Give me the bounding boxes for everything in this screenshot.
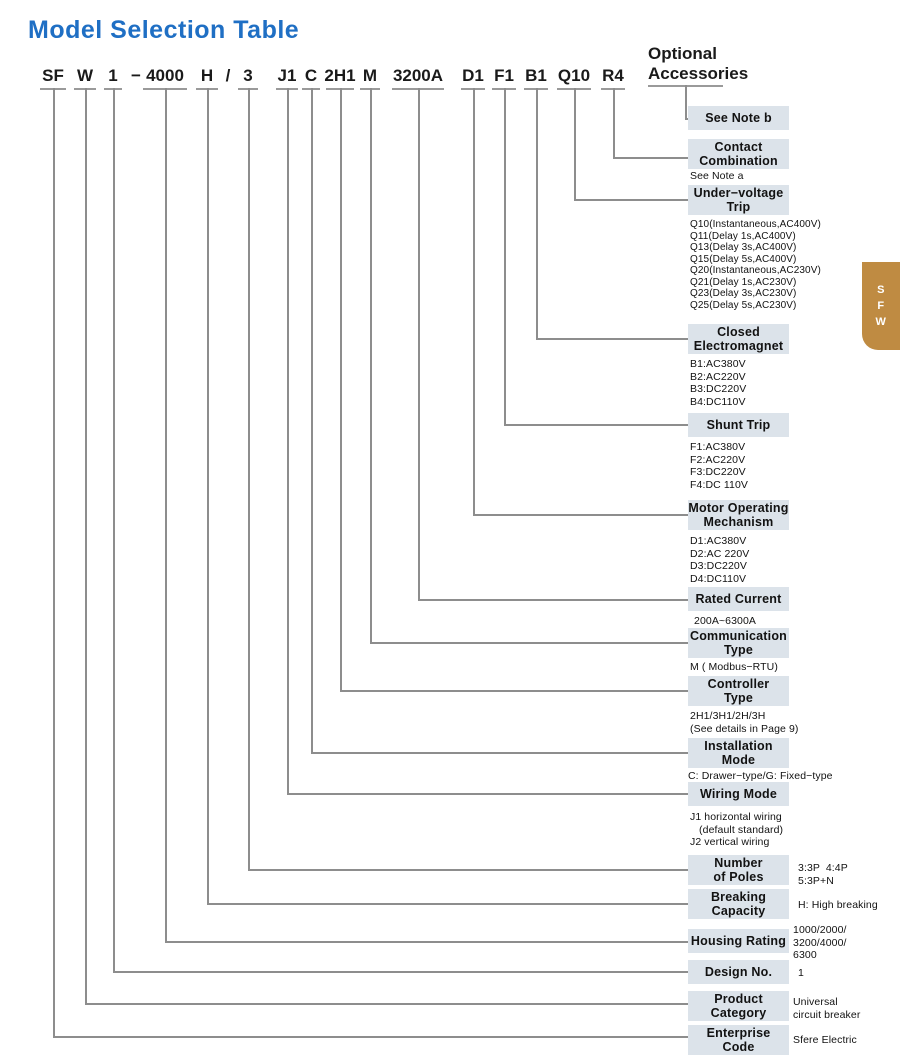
- model-code-segment: W: [76, 66, 94, 85]
- parameter-detail-text: 3:3P 4:4P 5:3P+N: [798, 862, 848, 887]
- tick-stem: [340, 88, 342, 690]
- model-code-segment: R4: [602, 66, 624, 85]
- model-code-segment: J1: [277, 66, 297, 85]
- tick-stem: [370, 88, 372, 642]
- tick-stem: [165, 88, 167, 941]
- tick-stem: [613, 88, 615, 157]
- parameter-label-box: Closed Electromagnet: [688, 324, 789, 354]
- tick-stem: [85, 88, 87, 1003]
- connector-horizontal: [613, 157, 688, 159]
- model-code-segment: F1: [494, 66, 514, 85]
- parameter-label-box: Shunt Trip: [688, 413, 789, 437]
- model-code-segment: 2H1: [324, 66, 356, 85]
- tick-stem: [418, 88, 420, 599]
- side-tab-sfw: S F W: [862, 262, 900, 350]
- parameter-detail-text: Universal circuit breaker: [793, 996, 861, 1021]
- model-code-segment: 3: [243, 66, 253, 85]
- model-code-segment: Q10: [557, 66, 591, 85]
- parameter-label-box: Contact Combination: [688, 139, 789, 169]
- connector-horizontal: [85, 1003, 688, 1005]
- parameter-detail-text: J1 horizontal wiring (default standard) …: [690, 811, 784, 848]
- connector-horizontal: [370, 642, 688, 644]
- parameter-label-box: Controller Type: [688, 676, 789, 706]
- parameter-detail-text: C: Drawer−type/G: Fixed−type: [688, 770, 833, 782]
- connector-horizontal: [248, 869, 688, 871]
- parameter-label-box: Wiring Mode: [688, 782, 789, 806]
- connector-horizontal: [311, 752, 688, 754]
- model-code-segment: H: [200, 66, 214, 85]
- tick-stem: [53, 88, 55, 1036]
- model-selection-diagram: Model Selection Table S F W SF W 1−4000 H/3…: [0, 0, 900, 1055]
- connector-horizontal: [340, 690, 688, 692]
- connector-horizontal: [207, 903, 688, 905]
- parameter-label-box: Communication Type: [688, 628, 789, 658]
- tick-stem: [287, 88, 289, 793]
- parameter-detail-text: 1000/2000/ 3200/4000/ 6300: [793, 924, 847, 961]
- tick-stem: [504, 88, 506, 424]
- tick-stem: [473, 88, 475, 514]
- connector-horizontal: [473, 514, 688, 516]
- model-code-segment: C: [304, 66, 318, 85]
- connector-horizontal: [53, 1036, 688, 1038]
- side-tab-line-1: F: [877, 300, 885, 312]
- parameter-detail-text: Q10(Instantaneous,AC400V) Q11(Delay 1s,A…: [690, 219, 821, 311]
- side-tab-line-2: W: [875, 316, 887, 328]
- optional-accessories-label: Optional Accessories: [648, 44, 749, 83]
- connector-horizontal: [165, 941, 688, 943]
- parameter-label-box: See Note b: [688, 106, 789, 130]
- parameter-detail-text: Sfere Electric: [793, 1034, 857, 1046]
- connector-horizontal: [418, 599, 688, 601]
- parameter-detail-text: D1:AC380V D2:AC 220V D3:DC220V D4:DC110V: [690, 535, 750, 585]
- model-code-segment: 1: [108, 66, 118, 85]
- parameter-detail-text: 2H1/3H1/2H/3H (See details in Page 9): [690, 710, 799, 735]
- tick-stem: [574, 88, 576, 199]
- connector-horizontal: [504, 424, 688, 426]
- connector-horizontal: [113, 971, 688, 973]
- parameter-label-box: Housing Rating: [688, 929, 789, 953]
- parameter-label-box: Installation Mode: [688, 738, 789, 768]
- model-code-segment: D1: [462, 66, 484, 85]
- tick-stem: [113, 88, 115, 971]
- page-title: Model Selection Table: [28, 16, 300, 44]
- connector-horizontal: [287, 793, 688, 795]
- parameter-label-box: Rated Current: [688, 587, 789, 611]
- parameter-label-box: Under−voltage Trip: [688, 185, 789, 215]
- parameter-detail-text: 200A~6300A: [694, 615, 757, 627]
- connector-vertical: [685, 85, 687, 118]
- model-code-segment: 4000: [146, 66, 184, 85]
- model-code-segment: M: [362, 66, 378, 85]
- parameter-label-box: Motor Operating Mechanism: [688, 500, 789, 530]
- parameter-detail-text: M ( Modbus−RTU): [690, 661, 778, 673]
- model-code-segment: /: [225, 66, 231, 85]
- model-code-segment: B1: [525, 66, 547, 85]
- side-tab-line-0: S: [877, 284, 885, 296]
- parameter-label-box: Breaking Capacity: [688, 889, 789, 919]
- parameter-label-box: Design No.: [688, 960, 789, 984]
- model-code-segment: SF: [42, 66, 64, 85]
- tick-stem: [207, 88, 209, 903]
- model-code-segment: 3200A: [392, 66, 444, 85]
- tick-stem: [248, 88, 250, 869]
- connector-horizontal: [574, 199, 688, 201]
- parameter-detail-text: B1:AC380V B2:AC220V B3:DC220V B4:DC110V: [690, 358, 747, 408]
- parameter-detail-text: 1: [798, 967, 804, 979]
- parameter-label-box: Product Category: [688, 991, 789, 1021]
- parameter-label-box: Number of Poles: [688, 855, 789, 885]
- tick-stem: [536, 88, 538, 338]
- parameter-detail-text: See Note a: [690, 170, 744, 182]
- parameter-detail-text: H: High breaking: [798, 899, 878, 911]
- model-code-segment: −: [131, 66, 141, 85]
- parameter-label-box: Enterprise Code: [688, 1025, 789, 1055]
- tick-stem: [311, 88, 313, 752]
- connector-horizontal: [536, 338, 688, 340]
- parameter-detail-text: F1:AC380V F2:AC220V F3:DC220V F4:DC 110V: [690, 441, 748, 491]
